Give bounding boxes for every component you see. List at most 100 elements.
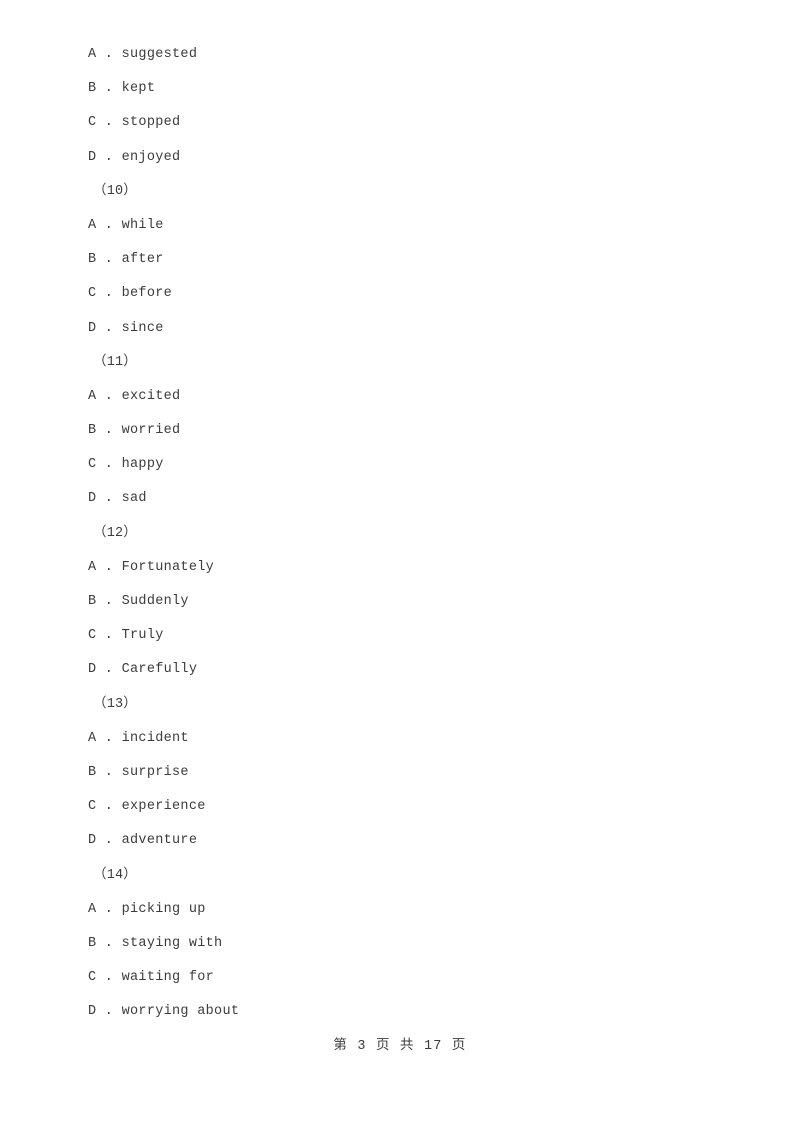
option-separator: . [96,217,122,233]
option-text: happy [121,457,164,473]
option-row[interactable]: C . before [88,277,728,311]
page-footer: 第 3 页 共 17 页 [333,1039,467,1054]
option-text: staying with [121,935,223,951]
option-row[interactable]: C . waiting for [88,961,728,995]
option-row[interactable]: D . worrying about [88,995,728,1029]
option-row[interactable]: B . staying with [88,927,728,961]
option-text: suggested [121,47,198,62]
option-row[interactable]: C . experience [88,790,728,824]
option-separator: . [96,286,122,302]
option-separator: . [96,388,122,404]
option-text: experience [121,799,206,815]
option-text: waiting for [121,970,215,986]
option-separator: . [96,970,122,986]
option-text: since [121,320,164,336]
option-letter: A [88,730,97,746]
option-letter: D [88,491,97,507]
option-letter: A [88,559,97,575]
option-text: enjoyed [121,149,181,165]
option-row[interactable]: A . excited [88,380,728,414]
option-row[interactable]: A . incident [88,722,728,756]
option-row[interactable]: A . Fortunately [88,551,728,585]
option-letter: D [88,1004,97,1020]
option-letter: B [88,764,97,780]
option-row[interactable]: D . Carefully [88,653,728,687]
option-letter: A [88,217,97,233]
option-text: surprise [121,764,189,780]
option-letter: D [88,149,97,165]
option-text: picking up [121,901,206,917]
option-row[interactable]: D . since [88,312,728,346]
option-letter: B [88,935,97,951]
option-separator: . [96,935,122,951]
option-separator: . [96,594,122,609]
option-row[interactable]: C . happy [88,448,728,482]
option-separator: . [96,559,122,575]
option-row[interactable]: A . while [88,209,728,243]
option-row[interactable]: A . picking up [88,893,728,927]
option-row[interactable]: D . enjoyed [88,141,728,175]
option-text: kept [121,81,156,97]
option-row[interactable]: D . adventure [88,824,728,858]
option-text: stopped [121,115,181,131]
option-text: while [121,217,164,233]
option-letter: C [88,970,97,986]
question-number: （10） [93,183,138,199]
option-separator: . [96,115,122,131]
option-text: excited [121,388,181,404]
option-text: worrying about [121,1004,240,1020]
option-separator: . [96,901,122,917]
option-separator: . [96,833,122,849]
option-row[interactable]: B . worried [88,414,728,448]
option-row[interactable]: C . Truly [88,619,728,653]
option-letter: D [88,833,97,849]
question-number: （13） [93,696,138,712]
option-letter: C [88,628,97,644]
option-separator: . [96,628,122,644]
option-text: Carefully [121,662,198,678]
option-text: Fortunately [121,559,215,575]
option-separator: . [96,252,122,268]
option-separator: . [96,662,122,678]
question-number: （11） [93,354,138,370]
option-row[interactable]: A . suggested [88,38,728,72]
option-text: before [121,286,173,302]
option-separator: . [96,149,122,165]
option-separator: . [96,320,122,336]
option-text: adventure [121,833,198,849]
option-row[interactable]: B . kept [88,72,728,106]
option-separator: . [96,764,122,780]
option-text: Suddenly [121,594,189,609]
option-row[interactable]: B . after [88,243,728,277]
option-row[interactable]: D . sad [88,482,728,516]
document-page: A . suggested B . kept C . stopped D . enjo… [0,0,800,1132]
question-number: （14） [93,867,138,883]
option-row[interactable]: C . stopped [88,106,728,140]
option-text: sad [121,491,147,507]
option-separator: . [96,1004,122,1020]
option-letter: B [88,81,97,97]
question-number: （12） [93,525,138,541]
option-text: incident [121,730,189,746]
option-text: Truly [121,628,164,644]
option-letter: B [88,423,97,439]
option-letter: B [88,252,97,268]
option-letter: A [88,47,97,62]
option-letter: C [88,286,97,302]
option-text: worried [121,423,181,439]
option-text: after [121,252,164,268]
option-row[interactable]: B . surprise [88,756,728,790]
option-separator: . [96,423,122,439]
option-letter: D [88,662,97,678]
option-separator: . [96,799,122,815]
option-row[interactable]: B . Suddenly [88,585,728,619]
option-letter: B [88,594,97,609]
option-separator: . [96,47,122,62]
option-letter: C [88,115,97,131]
option-separator: . [96,457,122,473]
option-letter: A [88,388,97,404]
option-letter: C [88,457,97,473]
question-options-list: A . suggested B . kept C . stopped D . enjo… [88,38,728,1029]
option-separator: . [96,730,122,746]
option-separator: . [96,81,122,97]
